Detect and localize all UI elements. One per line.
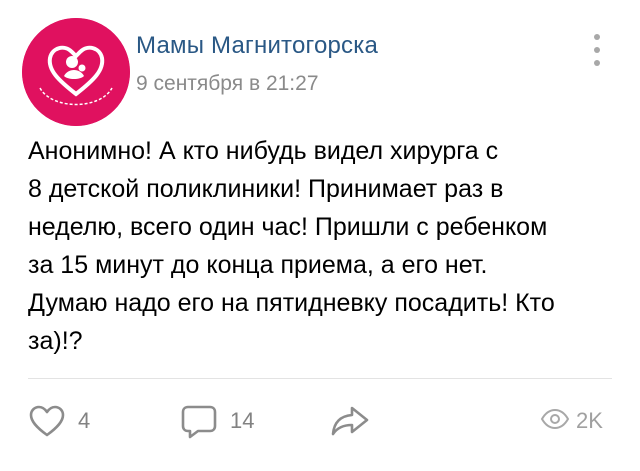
heart-icon: [29, 405, 65, 437]
community-avatar[interactable]: [22, 18, 130, 126]
divider: [28, 378, 612, 379]
views-count: 2K: [576, 408, 603, 433]
post-text-line: неделю, всего один час! Пришли с ребенко…: [28, 213, 548, 241]
community-logo: [22, 18, 130, 126]
share-button[interactable]: [330, 404, 370, 440]
more-vertical-icon[interactable]: [586, 30, 610, 70]
post-text-line: за)!?: [28, 327, 83, 355]
eye-icon: [540, 408, 570, 430]
comment-icon: [181, 405, 217, 439]
post-text-line: за 15 минут до конца приема, а его нет.: [28, 251, 488, 279]
like-button[interactable]: 4: [28, 404, 108, 440]
post-text-line: Анонимно! А кто нибудь видел хирурга с: [28, 137, 499, 165]
post-text-line: Думаю надо его на пятидневку посадить! К…: [28, 289, 555, 317]
share-arrow-icon: [331, 406, 369, 436]
comment-count: 14: [230, 408, 255, 433]
post-text-line: 8 детской поликлиники! Принимает раз в: [28, 175, 504, 203]
post-date[interactable]: 9 сентября в 21:27: [136, 72, 319, 96]
wall-post: Мамы Магнитогорска 9 сентября в 21:27 Ан…: [0, 0, 640, 471]
comment-button[interactable]: 14: [180, 404, 280, 440]
like-count: 4: [78, 408, 91, 433]
post-text: Анонимно! А кто нибудь видел хирурга с 8…: [28, 132, 628, 360]
views-counter: 2K: [540, 404, 620, 440]
author-name[interactable]: Мамы Магнитогорска: [136, 32, 378, 60]
